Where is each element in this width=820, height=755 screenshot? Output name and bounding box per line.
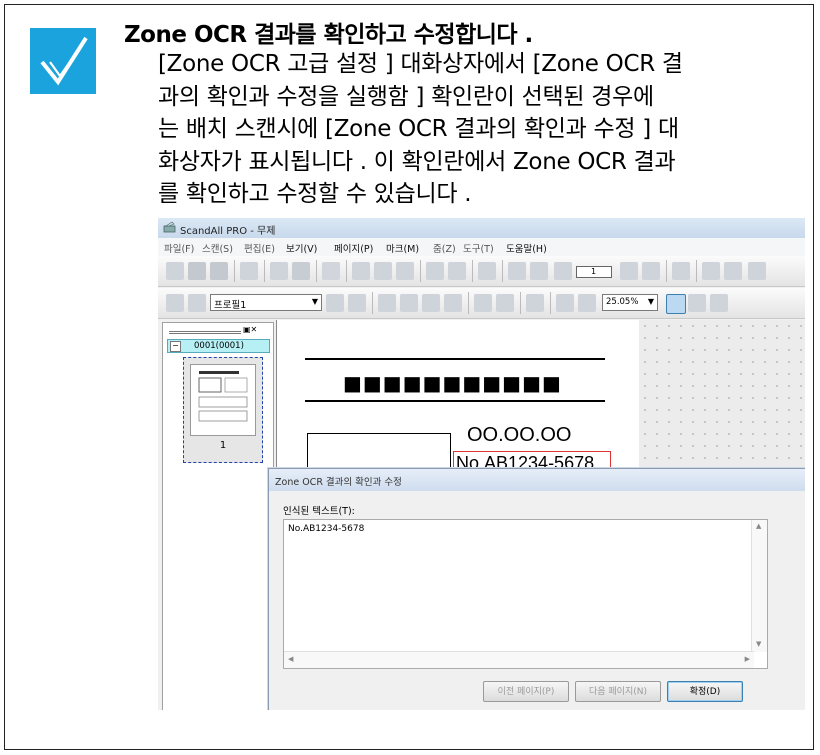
prev-page-button[interactable]: 이전 페이지(P) — [483, 681, 569, 702]
scroll-left-icon[interactable]: ◀ — [288, 655, 293, 663]
open-icon[interactable] — [166, 262, 184, 280]
menu-scan[interactable]: 스캔(S) — [202, 241, 233, 255]
save-icon[interactable] — [188, 262, 206, 280]
app-title: ScandAll PRO - 무제 — [180, 226, 276, 237]
first-page-icon[interactable] — [508, 262, 526, 280]
more-tools-icon[interactable] — [748, 262, 766, 280]
collapse-icon[interactable]: − — [170, 341, 181, 352]
top-rule — [305, 358, 605, 360]
scanner-app-icon — [163, 221, 176, 233]
app-titlebar: ScandAll PRO - 무제 — [158, 218, 805, 238]
horizontal-scrollbar[interactable]: ◀ ▶ — [284, 651, 754, 668]
paste-icon[interactable] — [396, 262, 414, 280]
menu-mark[interactable]: 마크(M) — [386, 241, 419, 255]
batch-run-icon[interactable] — [400, 294, 418, 312]
scan-icon[interactable] — [240, 262, 258, 280]
note-heading: Zone OCR 결과를 확인하고 수정합니다 . — [124, 22, 533, 48]
pane-header: ▣✕ — [167, 325, 267, 337]
thumbnail-pane: ▣✕ − 0001(0001) 1 — [162, 322, 274, 710]
date-text: OO.OO.OO — [467, 424, 572, 446]
mark-remove-icon[interactable] — [496, 294, 514, 312]
next-page-icon[interactable] — [620, 262, 638, 280]
ocr-review-dialog: Zone OCR 결과의 확인과 수정 인식된 텍스트(T): No.AB123… — [268, 468, 805, 710]
last-page-icon[interactable] — [642, 262, 660, 280]
scroll-up-icon[interactable]: ▲ — [756, 522, 761, 530]
scan-settings-icon[interactable] — [348, 294, 366, 312]
rotate-right-icon[interactable] — [724, 262, 742, 280]
confirm-button[interactable]: 확정(D) — [667, 681, 743, 702]
fit-page-icon[interactable] — [666, 294, 686, 314]
properties-icon[interactable] — [478, 262, 496, 280]
mark-icon[interactable] — [474, 294, 492, 312]
scroll-right-icon[interactable]: ▶ — [745, 655, 750, 663]
recognized-text-value[interactable]: No.AB1234-5678 — [288, 524, 364, 534]
dialog-title: Zone OCR 결과의 확인과 수정 — [275, 477, 402, 488]
recognized-text-area[interactable]: No.AB1234-5678 ▲ ▼ ◀ ▶ — [283, 519, 768, 669]
note-line: 화상자가 표시됩니다 . 이 확인란에서 Zone OCR 결과 — [158, 148, 676, 175]
menu-tools[interactable]: 도구(T) — [463, 241, 494, 255]
menu-page[interactable]: 페이지(P) — [334, 241, 373, 255]
profile-edit-icon[interactable] — [188, 294, 206, 312]
save-as-icon[interactable] — [210, 262, 228, 280]
batch-edit-icon[interactable] — [422, 294, 440, 312]
zoom-out-icon[interactable] — [578, 294, 596, 312]
toolbar-main: 1 — [158, 256, 805, 287]
toolbar-secondary: 프로필1 ▼ 25.05% ▼ — [158, 288, 805, 319]
print-icon[interactable] — [270, 262, 288, 280]
note-body: [Zone OCR 고급 설정 ] 대화상자에서 [Zone OCR 결 과의 … — [158, 48, 808, 211]
palette-icon[interactable] — [526, 294, 544, 312]
batch-list-icon[interactable] — [444, 294, 462, 312]
rotate-left-icon[interactable] — [702, 262, 720, 280]
bottom-rule — [305, 400, 605, 402]
menu-help[interactable]: 도움말(H) — [506, 241, 547, 255]
tree-item[interactable]: − 0001(0001) — [167, 339, 270, 353]
scroll-down-icon[interactable]: ▼ — [756, 640, 761, 648]
insert-page-icon[interactable] — [672, 262, 690, 280]
redo-icon[interactable] — [448, 262, 466, 280]
pane-controls-icon[interactable]: ▣✕ — [243, 325, 257, 334]
note-line: 과의 확인과 수정을 실행함 ] 확인란이 선택된 경우에 — [158, 83, 654, 110]
app-screenshot: ScandAll PRO - 무제 파일(F) 스캔(S) 편집(E) 보기(V… — [158, 218, 805, 710]
prev-page-icon[interactable] — [530, 262, 548, 280]
cut-icon[interactable] — [352, 262, 370, 280]
fit-width-icon[interactable] — [688, 294, 706, 312]
note-line: 는 배치 스캔시에 [Zone OCR 결과의 확인과 수정 ] 대 — [158, 116, 679, 142]
scan-start-icon[interactable] — [326, 294, 344, 312]
next-page-button[interactable]: 다음 페이지(N) — [575, 681, 661, 702]
check-icon — [30, 28, 96, 94]
dialog-titlebar: Zone OCR 결과의 확인과 수정 — [269, 469, 805, 491]
page-thumbnail[interactable]: 1 — [183, 357, 263, 463]
page-number-box[interactable]: 1 — [576, 266, 612, 278]
profile-icon[interactable] — [166, 294, 184, 312]
mail-icon[interactable] — [292, 262, 310, 280]
menu-file[interactable]: 파일(F) — [164, 241, 194, 255]
vertical-scrollbar[interactable]: ▲ ▼ — [751, 520, 767, 652]
menu-zoom[interactable]: 줌(Z) — [433, 241, 456, 255]
note-line: 를 확인하고 수정할 수 있습니다 . — [158, 181, 472, 207]
thumbnail-image — [190, 364, 256, 436]
fit-height-icon[interactable] — [710, 294, 728, 312]
profile-combo[interactable]: 프로필1 ▼ — [210, 294, 322, 311]
note-line: [Zone OCR 고급 설정 ] 대화상자에서 [Zone OCR 결 — [158, 51, 683, 77]
copy-icon[interactable] — [374, 262, 392, 280]
delete-icon[interactable] — [322, 262, 340, 280]
menu-edit[interactable]: 편집(E) — [244, 241, 275, 255]
page-indicator-icon — [554, 262, 572, 280]
undo-icon[interactable] — [426, 262, 444, 280]
zoom-in-icon[interactable] — [556, 294, 574, 312]
barcode: ■■■■■■■■■■■ — [343, 371, 562, 395]
batch-icon[interactable] — [378, 294, 396, 312]
recognized-text-label: 인식된 텍스트(T): — [283, 506, 355, 517]
zoom-combo[interactable]: 25.05% ▼ — [602, 294, 658, 311]
menu-bar: 파일(F) 스캔(S) 편집(E) 보기(V) 페이지(P) 마크(M) 줌(Z… — [158, 238, 805, 256]
menu-view[interactable]: 보기(V) — [286, 241, 317, 255]
